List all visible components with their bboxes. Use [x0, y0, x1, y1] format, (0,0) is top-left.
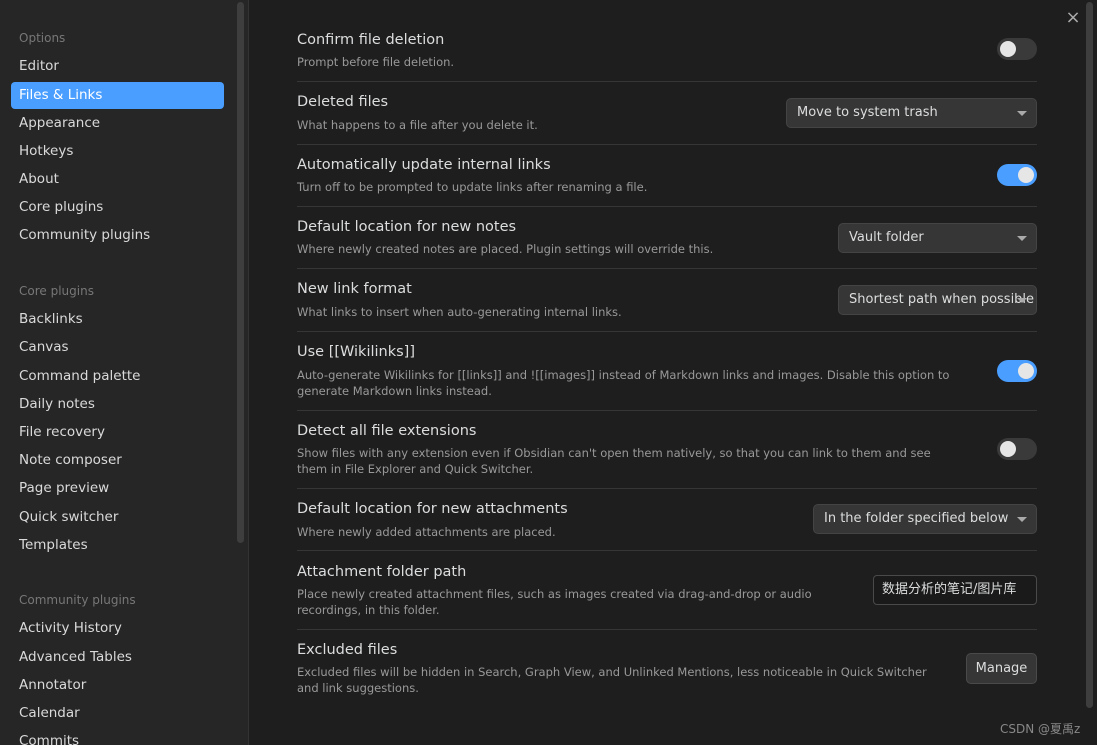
sidebar-item-page-preview[interactable]: Page preview — [11, 475, 224, 502]
setting-description: Auto-generate Wikilinks for [[links]] an… — [297, 368, 950, 398]
options-section-title: Options — [19, 31, 66, 45]
setting-confirm-file-deletion: Confirm file deletion Prompt before file… — [297, 28, 1037, 82]
sidebar-item-calendar[interactable]: Calendar — [11, 700, 224, 727]
sidebar-item-note-composer[interactable]: Note composer — [11, 447, 224, 474]
setting-default-location-notes: Default location for new notes Where new… — [297, 207, 1037, 269]
close-icon[interactable]: × — [1063, 8, 1083, 28]
setting-description: Place newly created attachment files, su… — [297, 587, 812, 617]
setting-attachment-location: Default location for new attachments Whe… — [297, 489, 1037, 551]
chevron-down-icon — [1017, 111, 1027, 116]
sidebar-item-backlinks[interactable]: Backlinks — [11, 306, 224, 333]
toggle-knob — [1018, 363, 1034, 379]
wikilinks-toggle[interactable] — [997, 360, 1037, 382]
toggle-knob — [1018, 167, 1034, 183]
dropdown-value: Vault folder — [849, 230, 924, 245]
attachment-folder-input[interactable]: 数据分析的笔记/图片库 — [873, 575, 1037, 605]
setting-title: Deleted files — [297, 94, 389, 110]
sidebar-item-core-plugins[interactable]: Core plugins — [11, 194, 224, 221]
sidebar-item-file-recovery[interactable]: File recovery — [11, 419, 224, 446]
sidebar-item-quick-switcher[interactable]: Quick switcher — [11, 504, 224, 531]
core-plugins-section-title: Core plugins — [19, 284, 94, 298]
settings-sidebar: Options Editor Files & Links Appearance … — [0, 0, 249, 745]
setting-new-link-format: New link format What links to insert whe… — [297, 269, 1037, 332]
setting-title: Attachment folder path — [297, 564, 467, 580]
setting-title: Automatically update internal links — [297, 157, 551, 173]
sidebar-item-canvas[interactable]: Canvas — [11, 334, 224, 361]
setting-description: Show files with any extension even if Ob… — [297, 446, 931, 476]
sidebar-item-templates[interactable]: Templates — [11, 532, 224, 559]
setting-description: Excluded files will be hidden in Search,… — [297, 665, 927, 695]
watermark: CSDN @夏禹z — [1000, 722, 1081, 736]
sidebar-item-activity-history[interactable]: Activity History — [11, 615, 224, 642]
community-plugins-section-title: Community plugins — [19, 593, 136, 607]
manage-button[interactable]: Manage — [966, 653, 1037, 684]
setting-attachment-folder-path: Attachment folder path Place newly creat… — [297, 551, 1037, 630]
sidebar-scrollbar[interactable] — [237, 2, 244, 543]
dropdown-value: In the folder specified below — [824, 511, 1009, 526]
sidebar-item-editor[interactable]: Editor — [11, 53, 224, 80]
sidebar-item-hotkeys[interactable]: Hotkeys — [11, 138, 224, 165]
setting-title: Default location for new notes — [297, 219, 517, 235]
chevron-down-icon — [1017, 298, 1027, 303]
toggle-knob — [1000, 441, 1016, 457]
setting-deleted-files: Deleted files What happens to a file aft… — [297, 82, 1037, 145]
sidebar-item-about[interactable]: About — [11, 166, 224, 193]
setting-use-wikilinks: Use [[Wikilinks]] Auto-generate Wikilink… — [297, 332, 1037, 411]
sidebar-item-commits[interactable]: Commits — [11, 728, 224, 745]
auto-update-links-toggle[interactable] — [997, 164, 1037, 186]
dropdown-value: Shortest path when possible — [849, 292, 1035, 307]
setting-description: Turn off to be prompted to update links … — [297, 180, 648, 194]
sidebar-item-appearance[interactable]: Appearance — [11, 110, 224, 137]
sidebar-item-advanced-tables[interactable]: Advanced Tables — [11, 644, 224, 671]
setting-title: New link format — [297, 281, 412, 297]
sidebar-item-command-palette[interactable]: Command palette — [11, 363, 224, 390]
setting-title: Use [[Wikilinks]] — [297, 344, 415, 360]
confirm-deletion-toggle[interactable] — [997, 38, 1037, 60]
setting-detect-extensions: Detect all file extensions Show files wi… — [297, 411, 1037, 489]
detect-extensions-toggle[interactable] — [997, 438, 1037, 460]
sidebar-item-files-links[interactable]: Files & Links — [11, 82, 224, 109]
setting-excluded-files: Excluded files Excluded files will be hi… — [297, 630, 1037, 708]
setting-title: Confirm file deletion — [297, 32, 445, 48]
setting-auto-update-links: Automatically update internal links Turn… — [297, 145, 1037, 207]
setting-title: Detect all file extensions — [297, 423, 477, 439]
sidebar-item-community-plugins[interactable]: Community plugins — [11, 222, 224, 249]
chevron-down-icon — [1017, 517, 1027, 522]
setting-title: Excluded files — [297, 642, 398, 658]
sidebar-item-daily-notes[interactable]: Daily notes — [11, 391, 224, 418]
chevron-down-icon — [1017, 236, 1027, 241]
setting-description: Prompt before file deletion. — [297, 55, 455, 69]
attachment-location-dropdown[interactable]: In the folder specified below — [813, 504, 1037, 534]
settings-content: × Confirm file deletion Prompt before fi… — [250, 0, 1097, 745]
dropdown-value: Move to system trash — [797, 105, 938, 120]
deleted-files-dropdown[interactable]: Move to system trash — [786, 98, 1037, 128]
content-scrollbar[interactable] — [1086, 2, 1093, 708]
setting-title: Default location for new attachments — [297, 501, 568, 517]
default-location-dropdown[interactable]: Vault folder — [838, 223, 1037, 253]
sidebar-item-annotator[interactable]: Annotator — [11, 672, 224, 699]
toggle-knob — [1000, 41, 1016, 57]
link-format-dropdown[interactable]: Shortest path when possible — [838, 285, 1037, 315]
